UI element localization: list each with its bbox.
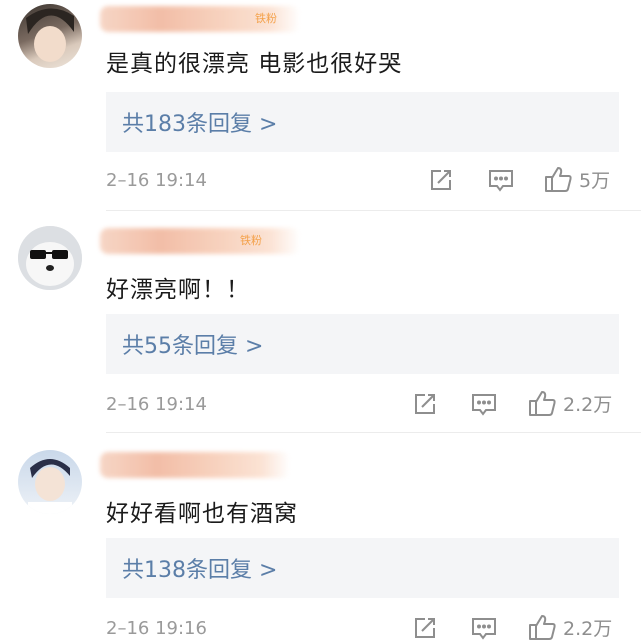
- like-count: 2.2万: [563, 617, 613, 640]
- replies-link[interactable]: 共183条回复 >: [122, 106, 277, 138]
- comment-item: 好好看啊也有酒窝 共138条回复 > 2–16 19:16 2.2万: [0, 446, 641, 644]
- fan-badge: 铁粉: [240, 234, 262, 247]
- divider: [106, 210, 641, 211]
- share-icon: [415, 394, 435, 414]
- share-icon: [415, 618, 435, 638]
- like-count: 5万: [579, 169, 611, 192]
- thumbs-up-icon: [529, 615, 556, 640]
- comment-item: 铁粉 好漂亮啊！！ 共55条回复 > 2–16 19:14 2.2万: [0, 222, 641, 433]
- avatar-image: [28, 459, 72, 514]
- like-button[interactable]: 2.2万: [527, 389, 612, 417]
- comment-button[interactable]: [470, 391, 498, 417]
- fan-badge: 铁粉: [255, 12, 277, 25]
- share-button[interactable]: [412, 615, 438, 641]
- share-button[interactable]: [428, 167, 454, 193]
- replies-box[interactable]: 共183条回复 >: [106, 92, 619, 152]
- thumbs-up-icon: [529, 391, 556, 416]
- replies-box[interactable]: 共55条回复 >: [106, 314, 619, 374]
- avatar[interactable]: [18, 226, 82, 290]
- timestamp: 2–16 19:16: [106, 618, 207, 639]
- divider: [106, 432, 641, 433]
- thumbs-up-icon: [545, 167, 572, 192]
- comment-button[interactable]: [470, 615, 498, 641]
- comment-icon: [489, 170, 513, 192]
- comment-text: 好漂亮啊！！: [106, 277, 250, 303]
- share-icon: [431, 170, 451, 190]
- username-blurred[interactable]: [100, 452, 290, 478]
- replies-box[interactable]: 共138条回复 >: [106, 538, 619, 598]
- comment-text: 是真的很漂亮 电影也很好哭: [106, 51, 403, 77]
- replies-link[interactable]: 共55条回复 >: [122, 328, 263, 360]
- like-button[interactable]: 2.2万: [527, 613, 612, 641]
- replies-link[interactable]: 共138条回复 >: [122, 552, 277, 584]
- comment-item: 铁粉 是真的很漂亮 电影也很好哭 共183条回复 > 2–16 19:14 5万: [0, 0, 641, 211]
- comment-text: 好好看啊也有酒窝: [106, 501, 298, 527]
- avatar-image: [26, 8, 74, 62]
- share-button[interactable]: [412, 391, 438, 417]
- comment-icon: [472, 618, 496, 640]
- comment-button[interactable]: [487, 167, 515, 193]
- like-button[interactable]: 5万: [543, 165, 610, 193]
- avatar[interactable]: [18, 450, 82, 514]
- like-count: 2.2万: [563, 393, 613, 416]
- timestamp: 2–16 19:14: [106, 394, 207, 415]
- comment-icon: [472, 394, 496, 416]
- timestamp: 2–16 19:14: [106, 170, 207, 191]
- avatar-image: [18, 226, 82, 290]
- username-blurred[interactable]: [100, 228, 300, 254]
- avatar[interactable]: [18, 4, 82, 68]
